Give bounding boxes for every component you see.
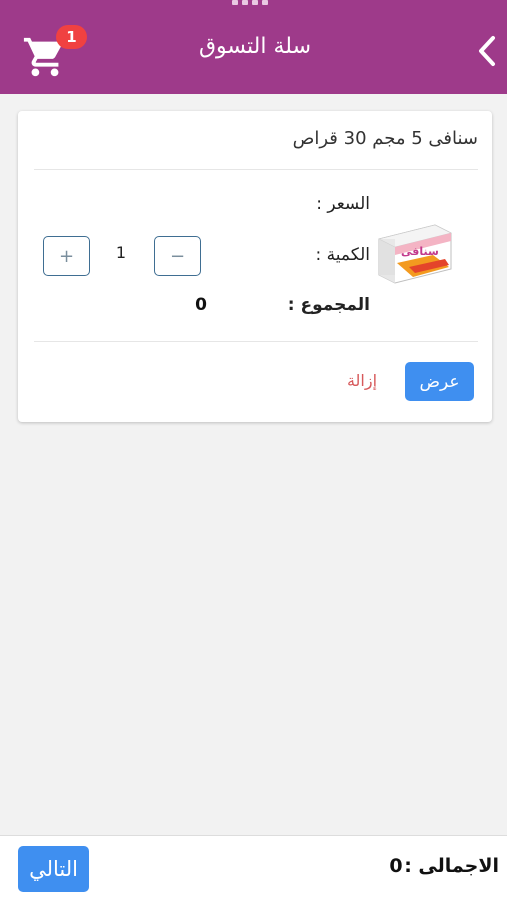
cart-count-badge: 1 bbox=[56, 25, 87, 49]
item-total-value: 0 bbox=[195, 295, 207, 315]
product-image-brand: سنافى bbox=[401, 245, 439, 258]
cart-item-card: سنافى 5 مجم 30 قراص السعر : الكمية : الم… bbox=[18, 111, 492, 422]
app-header: 1 سلة التسوق bbox=[0, 8, 507, 94]
quantity-value: 1 bbox=[115, 243, 127, 262]
remove-button[interactable]: إزالة bbox=[338, 371, 386, 390]
decrease-quantity-button[interactable]: − bbox=[154, 236, 201, 276]
status-bar bbox=[0, 0, 507, 8]
divider bbox=[34, 169, 478, 170]
page-title: سلة التسوق bbox=[198, 34, 312, 59]
signal-icon bbox=[232, 0, 272, 5]
back-button[interactable] bbox=[470, 28, 504, 74]
view-button[interactable]: عرض bbox=[405, 362, 474, 401]
next-button[interactable]: التالي bbox=[18, 846, 89, 892]
product-title: سنافى 5 مجم 30 قراص bbox=[292, 128, 478, 149]
price-label: السعر : bbox=[316, 194, 370, 214]
total-label: المجموع : bbox=[287, 295, 370, 315]
quantity-label: الكمية : bbox=[315, 245, 371, 265]
product-image[interactable]: سنافى bbox=[375, 219, 454, 287]
chevron-left-icon bbox=[479, 36, 495, 66]
checkout-footer: التالي 0 الاجمالى : bbox=[0, 835, 507, 900]
grand-total-label: الاجمالى : bbox=[404, 855, 499, 877]
increase-quantity-button[interactable]: + bbox=[43, 236, 90, 276]
divider bbox=[34, 341, 478, 342]
minus-icon: − bbox=[169, 245, 186, 267]
cart-button[interactable]: 1 bbox=[18, 24, 94, 84]
plus-icon: + bbox=[58, 245, 75, 267]
